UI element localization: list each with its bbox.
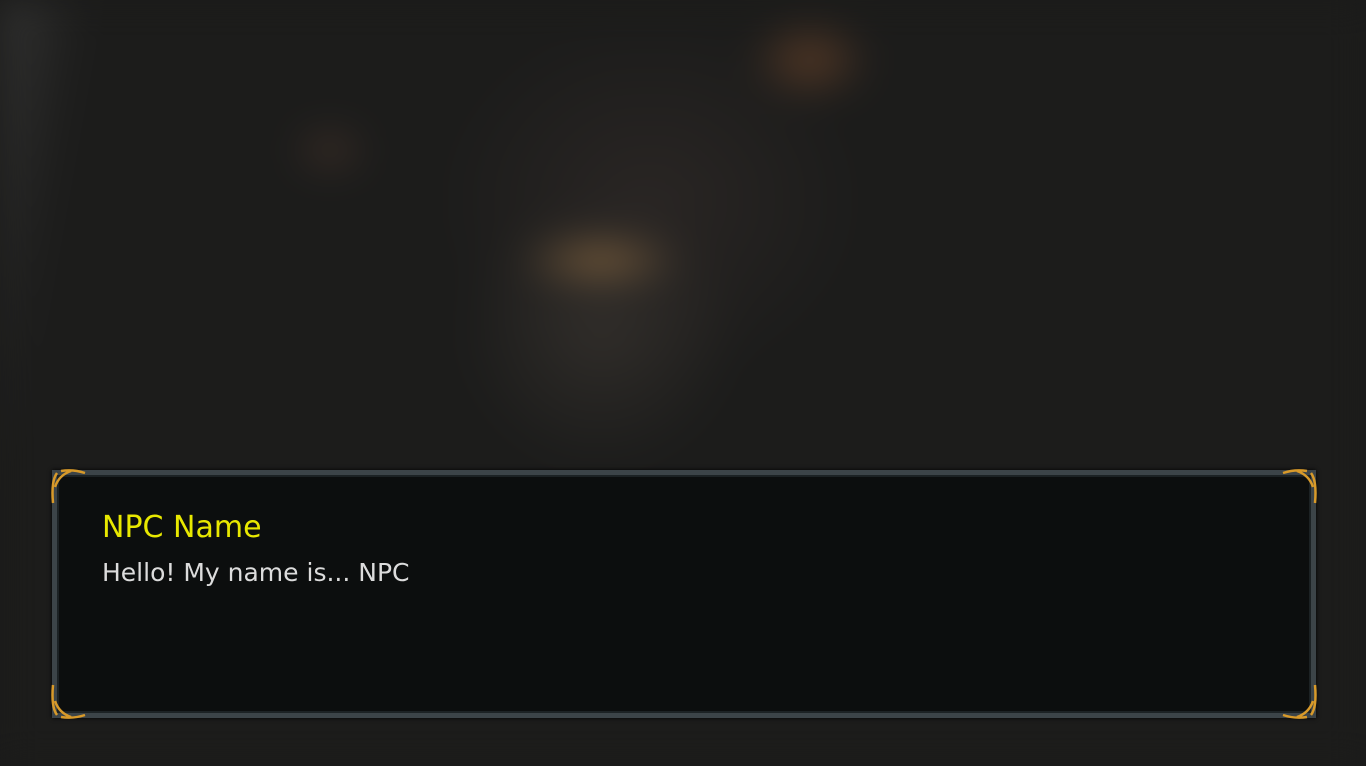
corner-ornament-icon bbox=[1282, 684, 1317, 719]
corner-ornament-icon bbox=[51, 684, 86, 719]
dialogue-box[interactable]: NPC Name Hello! My name is... NPC bbox=[51, 469, 1317, 719]
corner-ornament-icon bbox=[51, 469, 86, 504]
dialogue-text: Hello! My name is... NPC bbox=[102, 558, 410, 587]
speaker-name: NPC Name bbox=[102, 510, 262, 545]
corner-ornament-icon bbox=[1282, 469, 1317, 504]
